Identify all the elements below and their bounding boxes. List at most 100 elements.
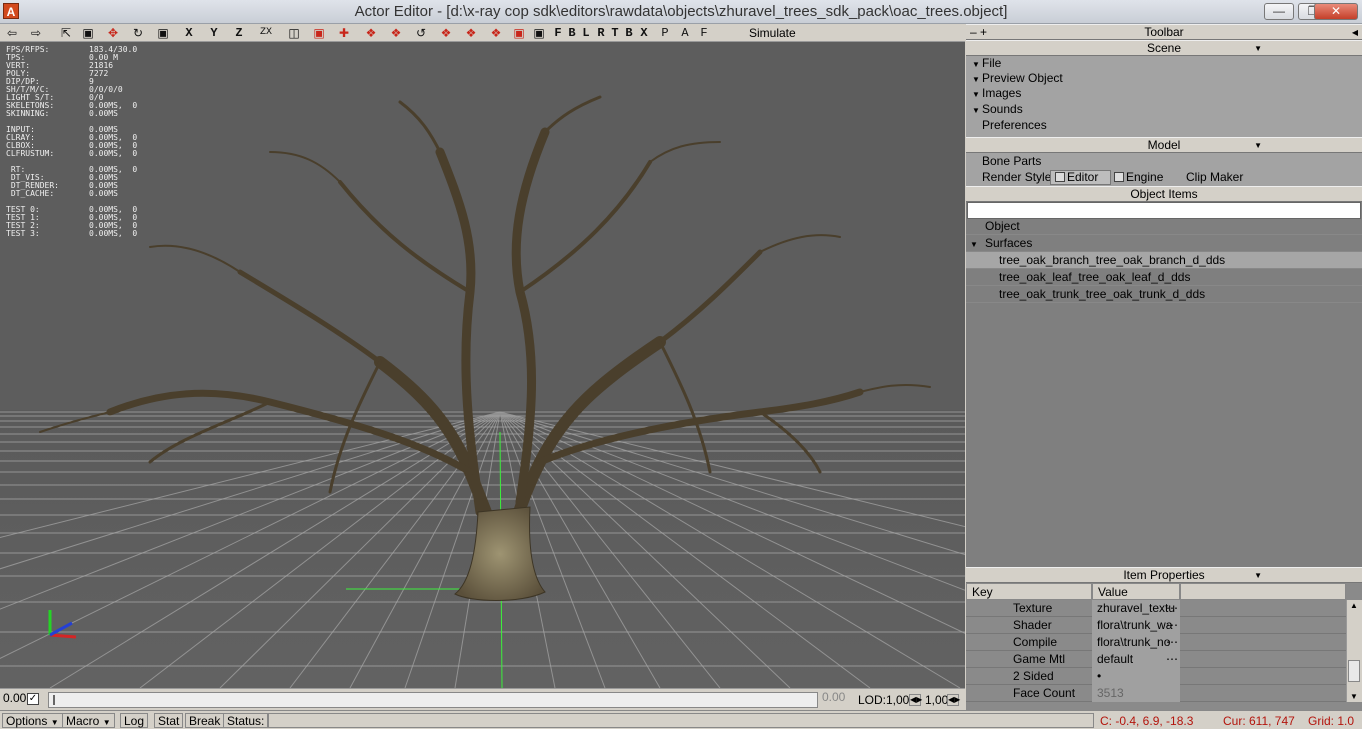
item-properties-dropdown-icon[interactable]: ▼ bbox=[1254, 568, 1262, 583]
simulate-button[interactable]: Simulate bbox=[749, 26, 796, 40]
stat-value: 0.00MS, 0 bbox=[89, 229, 138, 238]
title-bar: A Actor Editor - [d:\x-ray cop sdk\edito… bbox=[0, 0, 1362, 24]
checkbox-icon[interactable]: ✓ bbox=[27, 693, 39, 705]
scroll-down-icon[interactable]: ▼ bbox=[1350, 692, 1358, 701]
object-item-surfaces[interactable]: ▼ Surfaces bbox=[966, 235, 1362, 252]
render-style-editor-radio[interactable]: Editor bbox=[1050, 170, 1112, 185]
lod-spin-icon[interactable]: ◀▶ bbox=[909, 694, 922, 706]
stat-key: DT_CACHE: bbox=[6, 189, 55, 198]
view-left-button[interactable]: L bbox=[580, 25, 592, 41]
expand-icon: ▼ bbox=[972, 106, 980, 115]
view-top-button[interactable]: T bbox=[609, 25, 621, 41]
normal-align-icon[interactable]: ❖ bbox=[387, 25, 405, 41]
property-row[interactable]: Shader flora\trunk_wa ⋯ bbox=[966, 617, 1346, 634]
view-right-button[interactable]: R bbox=[595, 25, 607, 41]
axis-x-button[interactable]: X bbox=[183, 25, 195, 41]
log-button[interactable]: Log bbox=[120, 713, 149, 728]
properties-scrollbar[interactable]: ▲ ▼ bbox=[1346, 600, 1362, 702]
view-free-button[interactable]: F bbox=[698, 25, 710, 41]
rotate-icon[interactable]: ↻ bbox=[129, 25, 147, 41]
model-header[interactable]: Model ▼ bbox=[966, 137, 1362, 153]
view-back-button[interactable]: B bbox=[566, 25, 578, 41]
undo-arrow-icon[interactable]: ⇦ bbox=[3, 25, 21, 41]
macro-menu-button[interactable]: Macro ▼ bbox=[62, 713, 115, 728]
move-snap-icon[interactable]: ❖ bbox=[437, 25, 455, 41]
timeline-thumb[interactable] bbox=[53, 695, 55, 705]
ellipsis-button[interactable]: ⋯ bbox=[1166, 617, 1178, 634]
status-message bbox=[268, 713, 1094, 728]
dock-arrow-icon[interactable]: ◀ bbox=[1352, 25, 1358, 40]
axis-zx-button[interactable]: ZX bbox=[257, 25, 275, 41]
axis-y-button[interactable]: Y bbox=[208, 25, 220, 41]
view-perspective-button[interactable]: P bbox=[659, 25, 671, 41]
minimize-button[interactable]: — bbox=[1264, 3, 1294, 20]
lod-spin-icon-2[interactable]: ◀▶ bbox=[947, 694, 960, 706]
scale-snap-icon[interactable]: ❖ bbox=[462, 25, 480, 41]
scene-item-sounds[interactable]: ▼ Sounds bbox=[972, 102, 1023, 117]
ellipsis-button[interactable]: ⋯ bbox=[1166, 634, 1178, 651]
scene-header[interactable]: Scene ▼ bbox=[966, 40, 1362, 56]
surface-item[interactable]: tree_oak_trunk_tree_oak_trunk_d_dds bbox=[966, 286, 1362, 303]
vertex-snap-icon[interactable]: ✚ bbox=[335, 25, 353, 41]
model-section: Bone Parts Render Style: Editor Engine C… bbox=[966, 153, 1362, 187]
collapse-icon[interactable]: – + bbox=[970, 25, 987, 40]
bone-parts-button[interactable]: Bone Parts bbox=[982, 154, 1041, 169]
property-row[interactable]: Face Count 3513 bbox=[966, 685, 1346, 702]
snap-icon[interactable]: ◫ bbox=[285, 25, 303, 41]
view-front-button[interactable]: F bbox=[552, 25, 564, 41]
scene-item-preview-object[interactable]: ▼ Preview Object bbox=[972, 71, 1063, 86]
property-row[interactable]: 2 Sided • bbox=[966, 668, 1346, 685]
scroll-up-icon[interactable]: ▲ bbox=[1350, 601, 1358, 610]
percent-snap-icon[interactable]: ❖ bbox=[487, 25, 505, 41]
status-label: Status: bbox=[223, 713, 269, 728]
object-items-filter-input[interactable] bbox=[967, 202, 1361, 219]
scene-item-images[interactable]: ▼ Images bbox=[972, 86, 1021, 101]
break-button[interactable]: Break bbox=[185, 713, 225, 728]
3d-viewport[interactable]: FPS/RFPS: 183.4/30.0 TPS: 0.00 M VERT: 21816 P… bbox=[0, 42, 965, 688]
model-dropdown-icon[interactable]: ▼ bbox=[1254, 138, 1262, 153]
options-menu-button[interactable]: Options ▼ bbox=[2, 713, 63, 728]
property-row[interactable]: Texture zhuravel_textu ⋯ bbox=[966, 600, 1346, 617]
expand-icon: ▼ bbox=[972, 60, 980, 69]
render-style-engine-radio[interactable]: Engine bbox=[1114, 170, 1163, 185]
move-icon[interactable]: ✥ bbox=[104, 25, 122, 41]
timeline-slider[interactable] bbox=[48, 692, 818, 708]
axis-z-button[interactable]: Z bbox=[233, 25, 245, 41]
close-button[interactable]: ✕ bbox=[1314, 3, 1358, 20]
scene-item-preferences[interactable]: Preferences bbox=[982, 118, 1047, 133]
status-bar: Options ▼ Macro ▼ Log Stat Break Status:… bbox=[0, 710, 1362, 729]
stat-button[interactable]: Stat bbox=[154, 713, 184, 728]
surface-item[interactable]: tree_oak_leaf_tree_oak_leaf_d_dds bbox=[966, 269, 1362, 286]
add-object-icon[interactable]: ▣ bbox=[79, 25, 97, 41]
scene-dropdown-icon[interactable]: ▼ bbox=[1254, 41, 1262, 56]
zoom-extents-icon[interactable]: ▣ bbox=[510, 25, 528, 41]
time-start-value[interactable]: 0.00 bbox=[3, 691, 26, 705]
scale-icon[interactable]: ▣ bbox=[154, 25, 172, 41]
zoom-selected-icon[interactable]: ▣ bbox=[530, 25, 548, 41]
ellipsis-button[interactable]: ⋯ bbox=[1166, 651, 1178, 668]
view-bottom-button[interactable]: B bbox=[623, 25, 635, 41]
object-item-object[interactable]: Object bbox=[966, 218, 1362, 235]
expand-icon: ▼ bbox=[972, 75, 980, 84]
stat-value: 0.00MS bbox=[89, 109, 118, 118]
lod-value-2[interactable]: 1,00 bbox=[925, 693, 948, 707]
lod-value[interactable]: 1,00 bbox=[886, 693, 909, 707]
surface-item[interactable]: tree_oak_branch_tree_oak_branch_d_dds bbox=[966, 252, 1362, 269]
rotate-snap-icon[interactable]: ↺ bbox=[412, 25, 430, 41]
clip-maker-button[interactable]: Clip Maker bbox=[1186, 170, 1243, 185]
view-auto-button[interactable]: A bbox=[679, 25, 691, 41]
grid-snap-icon[interactable]: ▣ bbox=[310, 25, 328, 41]
scene-item-file[interactable]: ▼ File bbox=[972, 56, 1001, 71]
property-row[interactable]: Game Mtl default ⋯ bbox=[966, 651, 1346, 668]
view-reset-button[interactable]: X bbox=[638, 25, 650, 41]
toolbar-header[interactable]: – + Toolbar ◀ bbox=[966, 24, 1362, 40]
radio-icon bbox=[1114, 172, 1124, 182]
ellipsis-button[interactable]: ⋯ bbox=[1166, 600, 1178, 617]
object-snap-icon[interactable]: ❖ bbox=[362, 25, 380, 41]
time-end-value[interactable]: 0.00 bbox=[822, 690, 845, 704]
property-row[interactable]: Compile flora\trunk_no ⋯ bbox=[966, 634, 1346, 651]
scroll-thumb[interactable] bbox=[1348, 660, 1360, 682]
redo-arrow-icon[interactable]: ⇨ bbox=[27, 25, 45, 41]
item-properties-header[interactable]: Item Properties ▼ bbox=[966, 567, 1362, 583]
select-cursor-icon[interactable]: ⇱ bbox=[57, 25, 75, 41]
